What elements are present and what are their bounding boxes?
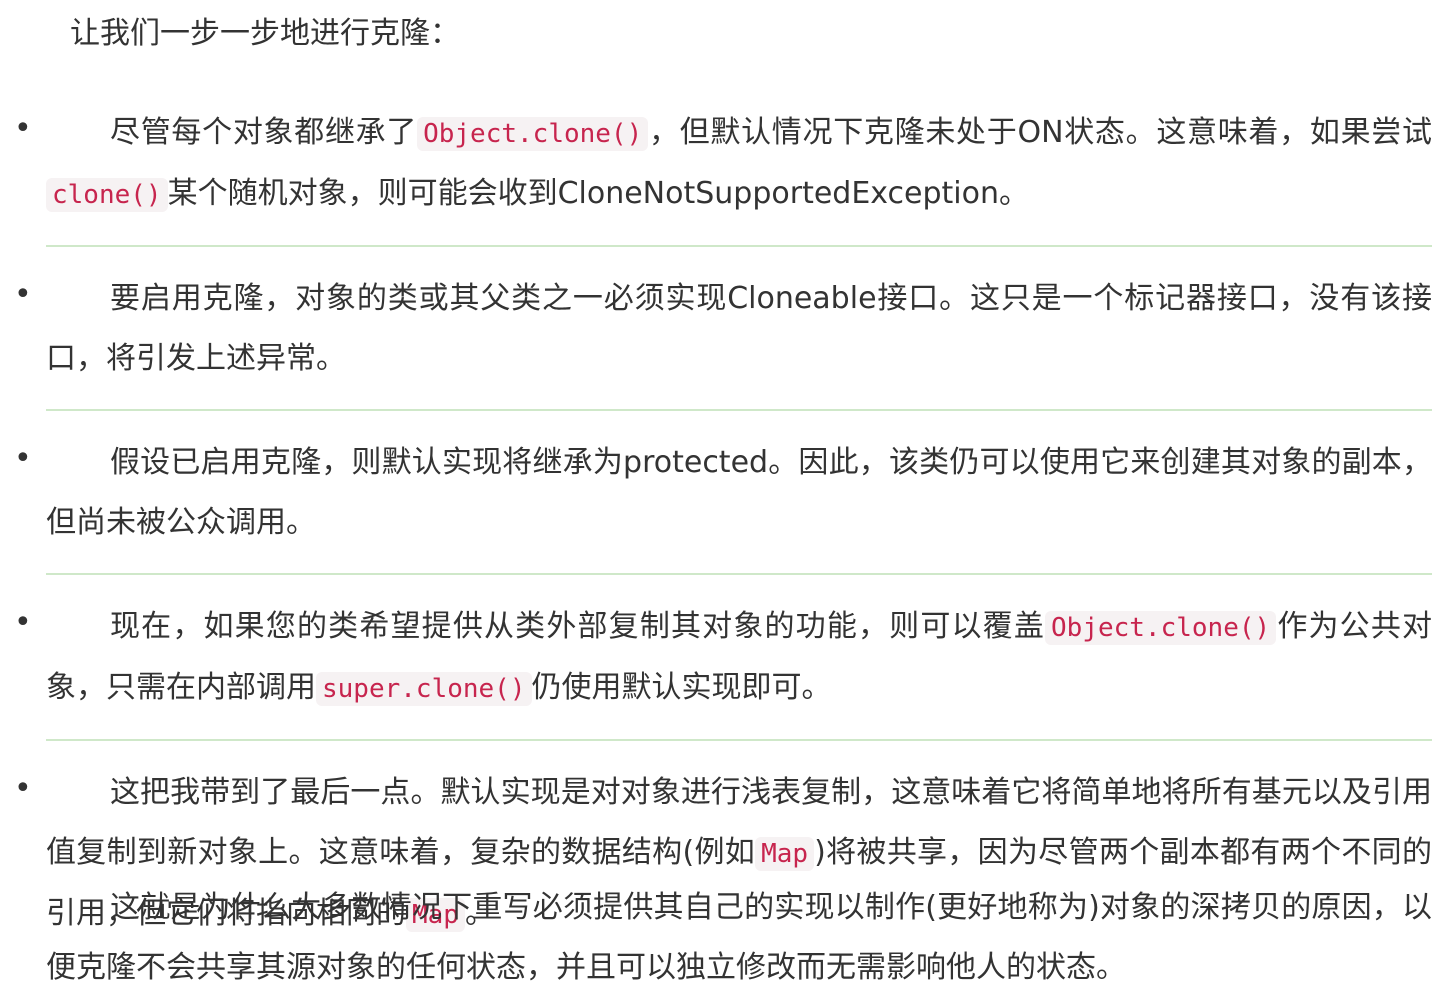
item-text: 要启用克隆，对象的类或其父类之一必须实现Cloneable接口。这只是一个标记器…: [46, 269, 1432, 389]
item-text: 尽管每个对象都继承了 Object.clone() ，但默认情况下克隆未处于ON状态…: [46, 103, 1432, 225]
text-segment: 假设已启用克隆，则默认实现将继承为protected。因此，该类仍可以使用它来创…: [46, 445, 1432, 540]
inline-code: Object.clone(): [1045, 611, 1277, 645]
inline-code: Map: [755, 837, 815, 871]
text-segment: 尽管每个对象都继承了: [110, 115, 418, 150]
bullet-icon: •: [14, 605, 32, 640]
list-item: • 尽管每个对象都继承了 Object.clone() ，但默认情况下克隆未处于ON…: [14, 103, 1432, 247]
text-segment: ，但默认情况下克隆未处于ON状态。这意味着，如果尝试: [648, 115, 1433, 150]
bullet-icon: •: [14, 277, 32, 312]
text-segment: 某个随机对象，则可能会收到CloneNotSupportedException。: [167, 176, 1029, 211]
intro-text: 让我们一步一步地进行克隆：: [70, 16, 460, 51]
clone-steps-list: • 尽管每个对象都继承了 Object.clone() ，但默认情况下克隆未处于ON…: [14, 103, 1432, 987]
conclusion-paragraph: 这就是为什么大多数情况下重写必须提供其自己的实现以制作(更好地称为)对象的深拷贝…: [46, 890, 1432, 985]
list-item: • 要启用克隆，对象的类或其父类之一必须实现Cloneable接口。这只是一个标…: [14, 269, 1432, 411]
bullet-icon: •: [14, 111, 32, 146]
list-item: • 现在，如果您的类希望提供从类外部复制其对象的功能，则可以覆盖 Object.c…: [14, 597, 1432, 741]
text-segment: 现在，如果您的类希望提供从类外部复制其对象的功能，则可以覆盖: [110, 609, 1046, 644]
item-text: 假设已启用克隆，则默认实现将继承为protected。因此，该类仍可以使用它来创…: [46, 433, 1432, 553]
bullet-icon: •: [14, 771, 32, 806]
inline-code: clone(): [46, 178, 168, 212]
inline-code: super.clone(): [316, 672, 532, 706]
text-segment: 要启用克隆，对象的类或其父类之一必须实现Cloneable接口。这只是一个标记器…: [46, 281, 1432, 376]
text-segment: 仍使用默认实现即可。: [531, 670, 832, 705]
item-text: 现在，如果您的类希望提供从类外部复制其对象的功能，则可以覆盖 Object.clo…: [46, 597, 1432, 719]
bullet-icon: •: [14, 441, 32, 476]
list-item: • 假设已启用克隆，则默认实现将继承为protected。因此，该类仍可以使用它…: [14, 433, 1432, 575]
inline-code: Object.clone(): [417, 117, 649, 151]
